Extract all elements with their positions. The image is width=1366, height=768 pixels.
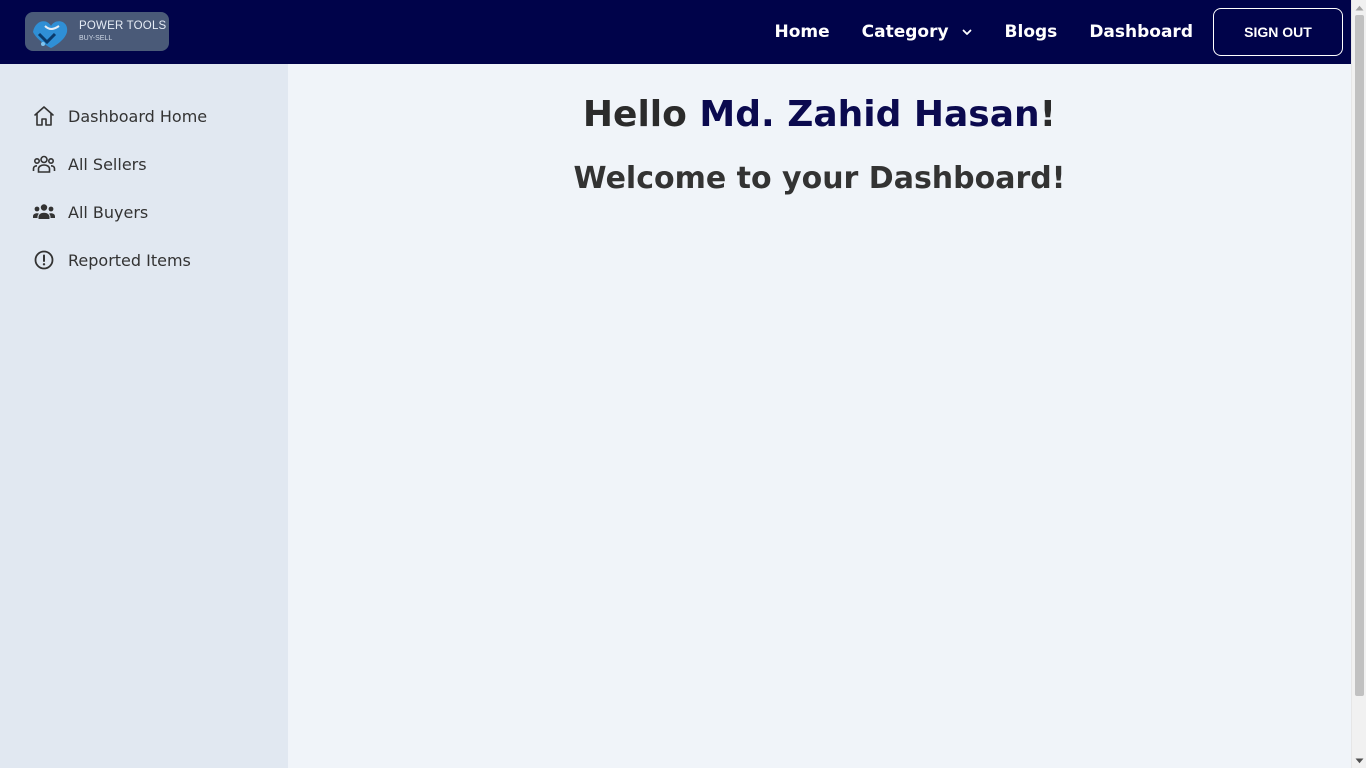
sidebar-item-label: All Sellers — [68, 154, 147, 174]
brand-title: POWER TOOLS — [79, 20, 167, 33]
brand-subtitle: BUY-SELL — [79, 34, 113, 42]
greeting-prefix: Hello — [582, 94, 700, 135]
page: POWER TOOLS BUY-SELL Home Category Blogs… — [0, 0, 1366, 768]
scroll-down-arrow-icon[interactable] — [1352, 753, 1366, 768]
nav-category-label: Category — [861, 22, 949, 42]
brand-logo[interactable]: POWER TOOLS BUY-SELL — [25, 12, 169, 51]
sidebar-item-all-buyers[interactable]: All Buyers — [0, 188, 288, 236]
chevron-down-icon — [961, 26, 973, 38]
scrollbar-thumb[interactable] — [1355, 15, 1364, 696]
sidebar-item-reported-items[interactable]: Reported Items — [0, 236, 288, 284]
sidebar-item-label: Dashboard Home — [68, 106, 208, 126]
welcome-heading: Welcome to your Dashboard! — [573, 161, 1066, 196]
nav-dashboard-link[interactable]: Dashboard — [1089, 22, 1193, 42]
sidebar-item-label: Reported Items — [68, 250, 191, 270]
alert-icon — [32, 248, 56, 272]
sidebar-item-label: All Buyers — [68, 202, 149, 222]
nav-home-link[interactable]: Home — [774, 22, 829, 42]
home-icon — [32, 104, 56, 128]
sign-out-button[interactable]: SIGN OUT — [1213, 8, 1343, 56]
main-content: Hello Md. Zahid Hasan! Welcome to your D… — [288, 64, 1351, 768]
scroll-up-arrow-icon[interactable] — [1352, 0, 1366, 15]
user-name: Md. Zahid Hasan — [699, 94, 1040, 135]
sidebar-item-all-sellers[interactable]: All Sellers — [0, 140, 288, 188]
greeting-heading: Hello Md. Zahid Hasan! — [288, 94, 1351, 135]
greeting-suffix: ! — [1039, 94, 1057, 135]
navbar: POWER TOOLS BUY-SELL Home Category Blogs… — [0, 0, 1351, 64]
brand-text: POWER TOOLS BUY-SELL — [79, 21, 166, 42]
users-solid-icon — [32, 200, 56, 224]
nav-blogs-link[interactable]: Blogs — [1005, 22, 1058, 42]
nav-category-dropdown[interactable]: Category — [862, 22, 973, 42]
handshake-icon — [25, 12, 75, 51]
vertical-scrollbar[interactable] — [1351, 0, 1366, 768]
nav-links: Home Category Blogs Dashboard — [742, 0, 1193, 64]
sidebar-item-dashboard-home[interactable]: Dashboard Home — [0, 92, 288, 140]
sidebar: Dashboard Home All Sellers All Buyers Re… — [0, 64, 288, 768]
users-icon — [32, 152, 56, 176]
